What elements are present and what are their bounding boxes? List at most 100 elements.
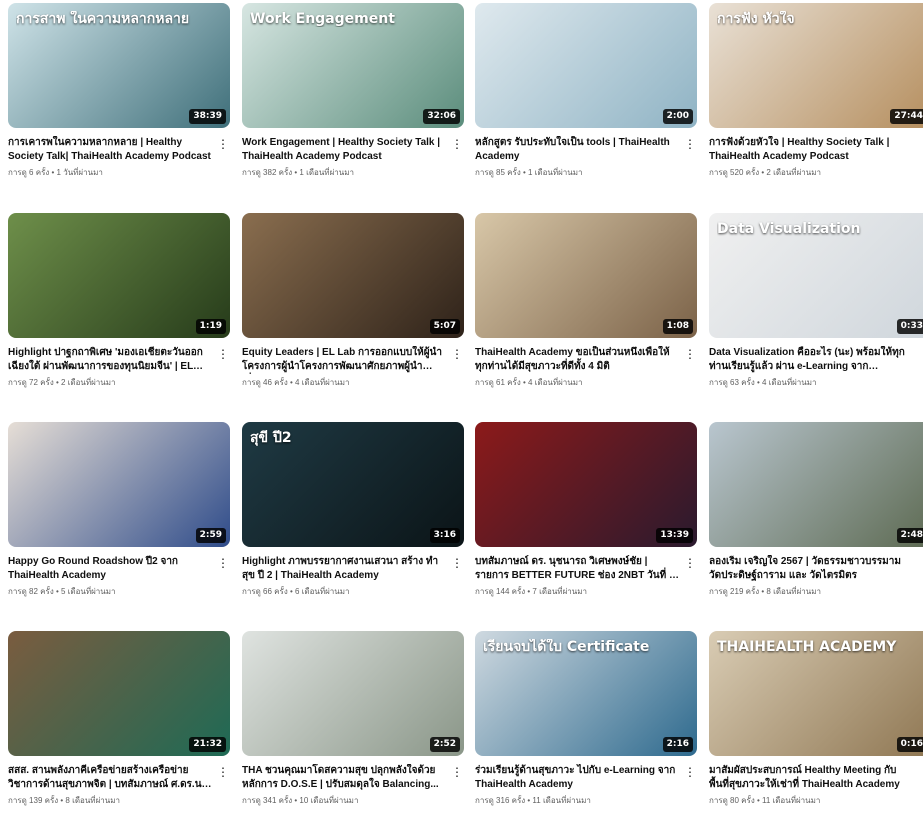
video-card[interactable]: 13:39 บทสัมภาษณ์ ดร. นุชนารถ วิเศษพงษ์ชั… (475, 422, 697, 622)
video-title[interactable]: Work Engagement | Healthy Society Talk |… (242, 136, 446, 164)
duration-badge: 38:39 (189, 109, 226, 124)
thumbnail-caption: การฟัง หัวใจ (717, 11, 795, 27)
duration-badge: 2:59 (195, 528, 226, 543)
video-thumbnail[interactable]: การสาพ ในความหลากหลาย 38:39 (8, 3, 230, 128)
video-title[interactable]: THA ชวนคุณมาโดสความสุข ปลุกพลังใจด้วยหลั… (242, 764, 446, 792)
thumbnail-caption: Work Engagement (250, 11, 395, 27)
video-thumbnail[interactable]: 2:52 (242, 631, 464, 756)
video-thumbnail[interactable]: 2:00 (475, 3, 697, 128)
video-card[interactable]: 2:00 หลักสูตร รับประทับใจเป็น tools | Th… (475, 3, 697, 203)
more-options-icon[interactable] (917, 764, 923, 782)
video-card[interactable]: เรียนจบได้ใบ Certificate 2:16 ร่วมเรียนร… (475, 631, 697, 831)
video-card[interactable]: 5:07 Equity Leaders | EL Lab การออกแบบให… (242, 213, 464, 413)
duration-badge: 2:00 (662, 109, 693, 124)
more-options-icon[interactable] (216, 346, 230, 364)
video-stats: การดู 61 ครั้ง • 4 เดือนที่ผ่านมา (475, 378, 583, 387)
video-meta: มาสัมผัสประสบการณ์ Healthy Meeting กับพื… (709, 764, 923, 806)
video-card[interactable]: THAIHEALTH ACADEMY 0:16 มาสัมผัสประสบการ… (709, 631, 923, 831)
more-options-icon[interactable] (216, 555, 230, 573)
video-card[interactable]: 2:59 Happy Go Round Roadshow ปี2 จาก Tha… (8, 422, 230, 622)
video-stats: การดู 144 ครั้ง • 7 เดือนที่ผ่านมา (475, 587, 587, 596)
duration-badge: 13:39 (656, 528, 693, 543)
more-options-icon[interactable] (450, 555, 464, 573)
video-title[interactable]: สสส. สานพลังภาคีเครือข่ายสร้างเครือข่ายว… (8, 764, 212, 792)
video-meta: ThaiHealth Academy ขอเป็นส่วนหนึ่งเพื่อใ… (475, 346, 697, 388)
video-thumbnail[interactable]: Work Engagement 32:06 (242, 3, 464, 128)
video-stats: การดู 341 ครั้ง • 10 เดือนที่ผ่านมา (242, 796, 359, 805)
video-title[interactable]: การเคารพในความหลากหลาย | Healthy Society… (8, 136, 212, 164)
video-meta: Highlight ปาฐกถาพิเศษ 'มองเอเชียตะวันออก… (8, 346, 230, 388)
more-options-icon[interactable] (450, 764, 464, 782)
video-thumbnail[interactable]: เรียนจบได้ใบ Certificate 2:16 (475, 631, 697, 756)
video-thumbnail[interactable]: Data Visualization 0:33 (709, 213, 923, 338)
video-title[interactable]: หลักสูตร รับประทับใจเป็น tools | ThaiHea… (475, 136, 679, 164)
video-title[interactable]: Data Visualization คืออะไร (นะ) พร้อมให้… (709, 346, 913, 374)
more-options-icon[interactable] (216, 136, 230, 154)
more-options-icon[interactable] (917, 555, 923, 573)
duration-badge: 1:08 (662, 319, 693, 334)
duration-badge: 1:19 (195, 319, 226, 334)
video-title[interactable]: ลองเริ่ม เจริญใจ 2567 | วัดธรรมชาวบรรมาม… (709, 555, 913, 583)
video-card[interactable]: 1:19 Highlight ปาฐกถาพิเศษ 'มองเอเชียตะว… (8, 213, 230, 413)
video-card[interactable]: Work Engagement 32:06 Work Engagement | … (242, 3, 464, 203)
video-card[interactable]: 1:08 ThaiHealth Academy ขอเป็นส่วนหนึ่งเ… (475, 213, 697, 413)
more-options-icon[interactable] (450, 136, 464, 154)
more-options-icon[interactable] (683, 346, 697, 364)
video-stats: การดู 82 ครั้ง • 5 เดือนที่ผ่านมา (8, 587, 116, 596)
video-meta: Highlight ภาพบรรยากาศงานเสวนา สร้าง ทำ ส… (242, 555, 464, 597)
more-options-icon[interactable] (683, 555, 697, 573)
thumbnail-caption: การสาพ ในความหลากหลาย (16, 11, 190, 27)
video-stats: การดู 66 ครั้ง • 6 เดือนที่ผ่านมา (242, 587, 350, 596)
video-card[interactable]: การสาพ ในความหลากหลาย 38:39 การเคารพในคว… (8, 3, 230, 203)
video-thumbnail[interactable]: สุขี ปี2 3:16 (242, 422, 464, 547)
video-title[interactable]: Equity Leaders | EL Lab การออกแบบให้ผู้น… (242, 346, 446, 374)
thumbnail-caption: Data Visualization (717, 221, 861, 237)
more-options-icon[interactable] (917, 136, 923, 154)
video-thumbnail[interactable]: 5:07 (242, 213, 464, 338)
video-title[interactable]: Highlight ภาพบรรยากาศงานเสวนา สร้าง ทำ ส… (242, 555, 446, 583)
video-stats: การดู 6 ครั้ง • 1 วันที่ผ่านมา (8, 168, 103, 177)
more-options-icon[interactable] (683, 136, 697, 154)
video-card[interactable]: 2:48 ลองเริ่ม เจริญใจ 2567 | วัดธรรมชาวบ… (709, 422, 923, 622)
video-stats: การดู 63 ครั้ง • 4 เดือนที่ผ่านมา (709, 378, 817, 387)
duration-badge: 21:32 (189, 737, 226, 752)
video-meta: THA ชวนคุณมาโดสความสุข ปลุกพลังใจด้วยหลั… (242, 764, 464, 806)
video-thumbnail[interactable]: 1:08 (475, 213, 697, 338)
video-title[interactable]: ThaiHealth Academy ขอเป็นส่วนหนึ่งเพื่อใ… (475, 346, 679, 374)
video-title[interactable]: ร่วมเรียนรู้ด้านสุขภาวะ ไปกับ e-Learning… (475, 764, 679, 792)
more-options-icon[interactable] (917, 346, 923, 364)
video-thumbnail[interactable]: THAIHEALTH ACADEMY 0:16 (709, 631, 923, 756)
video-thumbnail[interactable]: 21:32 (8, 631, 230, 756)
video-card[interactable]: Data Visualization 0:33 Data Visualizati… (709, 213, 923, 413)
duration-badge: 27:44 (890, 109, 923, 124)
video-stats: การดู 46 ครั้ง • 4 เดือนที่ผ่านมา (242, 378, 350, 387)
video-stats: การดู 219 ครั้ง • 8 เดือนที่ผ่านมา (709, 587, 821, 596)
video-title[interactable]: มาสัมผัสประสบการณ์ Healthy Meeting กับพื… (709, 764, 913, 792)
video-title[interactable]: บทสัมภาษณ์ ดร. นุชนารถ วิเศษพงษ์ชัย | รา… (475, 555, 679, 583)
video-title[interactable]: Highlight ปาฐกถาพิเศษ 'มองเอเชียตะวันออก… (8, 346, 212, 374)
video-card[interactable]: การฟัง หัวใจ 27:44 การฟังด้วยหัวใจ | Hea… (709, 3, 923, 203)
video-thumbnail[interactable]: 2:48 (709, 422, 923, 547)
video-card[interactable]: สุขี ปี2 3:16 Highlight ภาพบรรยากาศงานเส… (242, 422, 464, 622)
more-options-icon[interactable] (450, 346, 464, 364)
video-meta: สสส. สานพลังภาคีเครือข่ายสร้างเครือข่ายว… (8, 764, 230, 806)
thumbnail-image (709, 422, 923, 547)
video-thumbnail[interactable]: 1:19 (8, 213, 230, 338)
video-title[interactable]: Happy Go Round Roadshow ปี2 จาก ThaiHeal… (8, 555, 212, 583)
more-options-icon[interactable] (216, 764, 230, 782)
video-meta: บทสัมภาษณ์ ดร. นุชนารถ วิเศษพงษ์ชัย | รา… (475, 555, 697, 597)
video-thumbnail[interactable]: 2:59 (8, 422, 230, 547)
video-title[interactable]: การฟังด้วยหัวใจ | Healthy Society Talk |… (709, 136, 913, 164)
video-stats: การดู 520 ครั้ง • 2 เดือนที่ผ่านมา (709, 168, 821, 177)
video-card[interactable]: 2:52 THA ชวนคุณมาโดสความสุข ปลุกพลังใจด้… (242, 631, 464, 831)
video-meta: ร่วมเรียนรู้ด้านสุขภาวะ ไปกับ e-Learning… (475, 764, 697, 806)
video-meta: Happy Go Round Roadshow ปี2 จาก ThaiHeal… (8, 555, 230, 597)
video-thumbnail[interactable]: การฟัง หัวใจ 27:44 (709, 3, 923, 128)
video-card[interactable]: 21:32 สสส. สานพลังภาคีเครือข่ายสร้างเครื… (8, 631, 230, 831)
duration-badge: 2:16 (662, 737, 693, 752)
duration-badge: 0:33 (896, 319, 923, 334)
video-thumbnail[interactable]: 13:39 (475, 422, 697, 547)
duration-badge: 2:48 (896, 528, 923, 543)
more-options-icon[interactable] (683, 764, 697, 782)
duration-badge: 3:16 (429, 528, 460, 543)
